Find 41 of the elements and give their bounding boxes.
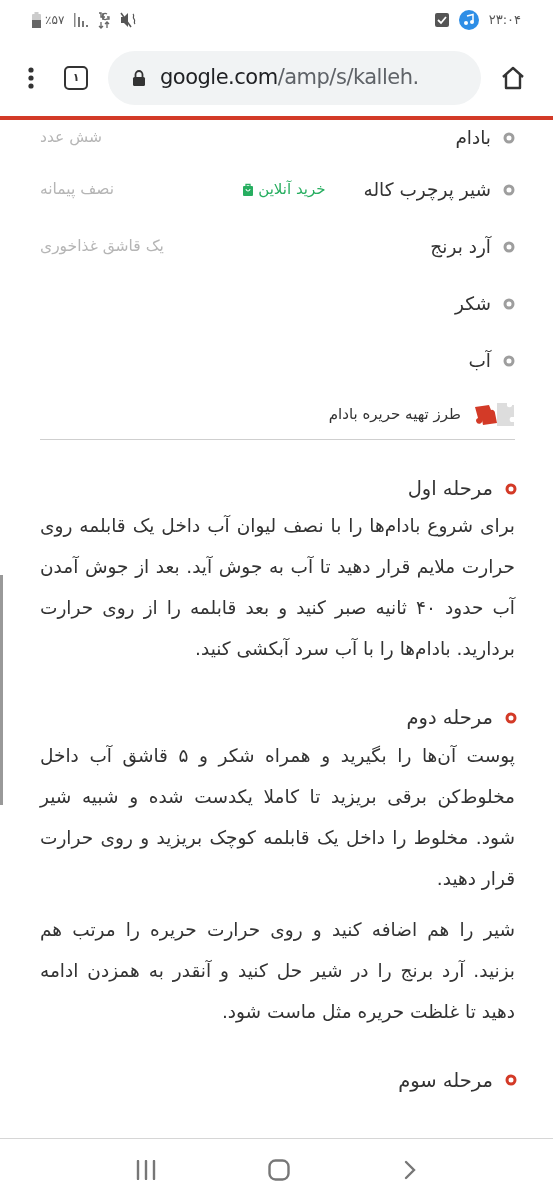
shopping-bag-icon	[243, 183, 254, 196]
network-icon	[98, 11, 111, 29]
ingredient-name: شیر پرچرب کاله	[363, 177, 491, 203]
bullet-icon	[505, 711, 517, 724]
bullet-icon	[503, 132, 515, 144]
home-button-icon[interactable]	[268, 1158, 291, 1181]
ingredient-name: آرد برنج	[430, 234, 491, 260]
bullet-icon	[505, 1074, 517, 1087]
ingredient-amount: یک قاشق غذاخوری	[40, 235, 164, 257]
signal-icon	[74, 13, 89, 27]
clock: ۲۳:۰۴	[488, 11, 521, 30]
checkbox-icon	[434, 13, 449, 27]
ingredient-name: شکر	[455, 291, 491, 317]
battery-percent: ٪۵۷	[45, 12, 65, 29]
step-title: مرحله اول	[407, 476, 493, 502]
ingredient-name: بادام	[455, 126, 491, 151]
section-title: طرز تهیه حریره بادام	[328, 403, 461, 425]
mute-icon	[120, 12, 137, 28]
step-paragraph: پوست آن‌ها را بگیرید و همراه شکر و ۵ قاشق آب داخل مخلوط‌کن برقی بریزید تا کاملا یکدست شده و شبیه شیر شود. مخلوط را داخل یک قابلمه کوچک بریزید و روی حرارت قرار دهید.	[40, 743, 515, 892]
bullet-icon	[503, 183, 515, 196]
address-bar[interactable]: google.com/amp/s/kalleh.	[108, 51, 481, 105]
step-title: مرحله دوم	[406, 705, 493, 732]
back-icon[interactable]	[402, 1159, 417, 1180]
ingredient-amount: شش عدد	[40, 127, 102, 149]
battery-icon	[32, 12, 41, 28]
bullet-icon	[503, 240, 515, 253]
bullet-icon	[503, 297, 515, 310]
step-title: مرحله سوم	[398, 1067, 493, 1094]
step-paragraph: شیر را هم اضافه کنید و روی حرارت حریره را مرتب هم بزنید. آرد برنج را در شیر حل کنید و آنقدر به همزدن ادامه دهید تا غلظت حریره مثل ماست شود.	[40, 917, 515, 1025]
bullet-icon	[505, 482, 517, 495]
step-paragraph: برای شروع بادام‌ها را با نصف لیوان آب داخل یک قابلمه روی حرارت ملایم قرار دهید تا آب به جوش آید. بعد از جوش آمدن آب حدود ۴۰ ثانیه صبر کنید و بعد قابلمه را از روی حرارت بردارید. بادام‌ها را با آب سرد آبکشی کنید.	[40, 514, 515, 662]
lock-icon	[132, 70, 146, 86]
recent-apps-icon[interactable]	[136, 1159, 157, 1180]
music-note-icon	[458, 10, 479, 30]
tab-switcher-button[interactable]: ۱	[64, 66, 88, 90]
url-text: google.com/amp/s/kalleh.	[160, 64, 419, 92]
ingredient-name: آب	[468, 348, 491, 373]
menu-icon[interactable]	[28, 67, 34, 89]
home-icon[interactable]	[501, 66, 525, 90]
ingredient-amount: نصف پیمانه	[40, 178, 115, 201]
bullet-icon	[503, 354, 515, 367]
